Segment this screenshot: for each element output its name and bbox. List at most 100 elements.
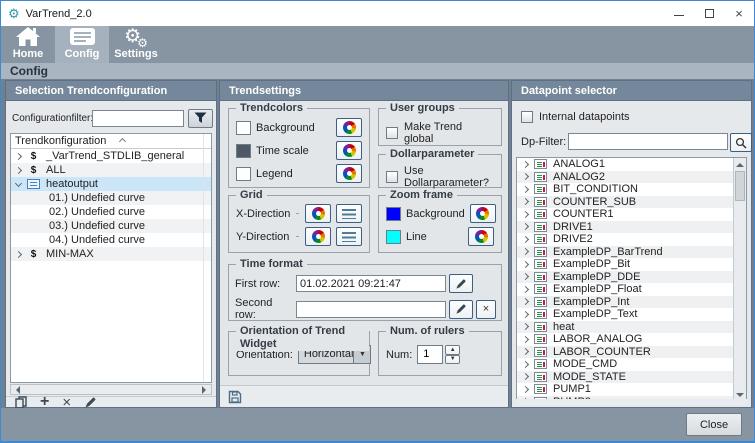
datapoint-item-labor-counter[interactable]: LABOR_COUNTER	[517, 346, 733, 359]
datapoint-list[interactable]: ANALOG1ANALOG2BIT_CONDITIONCOUNTER_SUBCO…	[516, 157, 747, 402]
close-window-button[interactable]: ×	[724, 1, 754, 26]
tree-item-04-undefied-curve[interactable]: 04.) Undefied curve	[11, 233, 211, 247]
zoom-background-swatch	[386, 207, 401, 221]
datapoint-item-bit-condition[interactable]: BIT_CONDITION	[517, 183, 733, 196]
datapoint-item-drive1[interactable]: DRIVE1	[517, 221, 733, 234]
datapoint-item-exampledp-bartrend[interactable]: ExampleDP_BarTrend	[517, 246, 733, 259]
group-trendcolors-title: Trendcolors	[236, 102, 307, 115]
dp-filter-search-button[interactable]	[730, 133, 752, 152]
second-row-edit-button[interactable]	[449, 300, 473, 319]
chevron-right-icon[interactable]	[522, 173, 529, 180]
chevron-right-icon[interactable]	[15, 152, 22, 159]
datapoint-item-exampledp-float[interactable]: ExampleDP_Float	[517, 283, 733, 296]
y-grid-color-picker-button[interactable]	[305, 227, 331, 246]
spin-down-icon[interactable]: ▼	[445, 355, 460, 365]
chevron-right-icon[interactable]	[15, 250, 22, 257]
datapoint-item-counter1[interactable]: COUNTER1	[517, 208, 733, 221]
chevron-right-icon[interactable]	[522, 198, 529, 205]
use-dollarparameter-label: Use Dollarparameter?	[404, 165, 494, 189]
internal-datapoints-checkbox[interactable]	[521, 111, 533, 123]
datapoint-item-mode-state[interactable]: MODE_STATE	[517, 371, 733, 384]
background-color-picker-button[interactable]	[336, 118, 362, 137]
maximize-button[interactable]	[694, 1, 724, 26]
scroll-up-icon[interactable]	[734, 158, 746, 170]
datapoint-item-counter-sub[interactable]: COUNTER_SUB	[517, 196, 733, 209]
datapoint-item-labor-analog[interactable]: LABOR_ANALOG	[517, 333, 733, 346]
tree-item-02-undefied-curve[interactable]: 02.) Undefied curve	[11, 205, 211, 219]
tree-item-heatoutput[interactable]: heatoutput	[11, 177, 211, 191]
datapoint-item-analog1[interactable]: ANALOG1	[517, 158, 733, 171]
home-icon	[16, 26, 40, 46]
chevron-right-icon[interactable]	[522, 236, 529, 243]
spin-up-icon[interactable]: ▲	[445, 345, 460, 355]
window-controls: ×	[664, 1, 754, 26]
tree-item-min-max[interactable]: $MIN-MAX	[11, 247, 211, 261]
tree-column-header[interactable]: Trendkonfiguration	[11, 134, 211, 149]
datapoint-item-exampledp-int[interactable]: ExampleDP_Int	[517, 296, 733, 309]
datapoint-item-mode-cmd[interactable]: MODE_CMD	[517, 358, 733, 371]
dp-filter-input[interactable]	[568, 133, 728, 150]
chevron-right-icon[interactable]	[522, 211, 529, 218]
chevron-right-icon[interactable]	[522, 161, 529, 168]
copy-button[interactable]	[15, 396, 27, 409]
minimize-button[interactable]	[664, 1, 694, 26]
chevron-right-icon[interactable]	[522, 361, 529, 368]
chevron-right-icon[interactable]	[522, 261, 529, 268]
zoom-background-color-picker-button[interactable]	[470, 204, 496, 223]
chevron-right-icon[interactable]	[522, 186, 529, 193]
chevron-right-icon[interactable]	[522, 323, 529, 330]
x-grid-linestyle-button[interactable]	[336, 204, 362, 223]
second-row-format-input[interactable]	[296, 301, 446, 318]
legend-color-picker-button[interactable]	[336, 164, 362, 183]
filter-button[interactable]	[188, 109, 213, 128]
chevron-right-icon[interactable]	[522, 223, 529, 230]
save-button[interactable]	[228, 390, 242, 404]
y-grid-linestyle-button[interactable]	[336, 227, 362, 246]
configuration-filter-input[interactable]	[92, 110, 184, 127]
datapoint-item-exampledp-dde[interactable]: ExampleDP_DDE	[517, 271, 733, 284]
close-button[interactable]: Close	[686, 413, 742, 436]
chevron-right-icon[interactable]	[522, 248, 529, 255]
chevron-right-icon[interactable]	[522, 386, 529, 393]
chevron-down-icon[interactable]	[15, 179, 22, 186]
zoom-line-color-picker-button[interactable]	[468, 227, 494, 246]
nav-home-button[interactable]: Home	[1, 26, 55, 63]
chevron-right-icon[interactable]	[522, 298, 529, 305]
datapoint-item-analog2[interactable]: ANALOG2	[517, 171, 733, 184]
chevron-right-icon[interactable]	[522, 336, 529, 343]
chevron-right-icon[interactable]	[522, 286, 529, 293]
first-row-format-input[interactable]	[296, 275, 446, 292]
make-trend-global-checkbox[interactable]	[386, 127, 398, 139]
datapoint-item-drive2[interactable]: DRIVE2	[517, 233, 733, 246]
nav-settings-button[interactable]: ⚙⚙ Settings	[109, 26, 163, 63]
num-rulers-value[interactable]: 1	[417, 345, 443, 364]
datapoint-item-exampledp-bit[interactable]: ExampleDP_Bit	[517, 258, 733, 271]
nav-config-button[interactable]: Config	[55, 26, 109, 63]
datapoint-item-pump1[interactable]: PUMP1	[517, 383, 733, 396]
timescale-color-picker-button[interactable]	[336, 141, 362, 160]
first-row-edit-button[interactable]	[449, 274, 473, 293]
scroll-left-icon[interactable]	[12, 386, 20, 394]
chevron-right-icon[interactable]	[522, 348, 529, 355]
trendconfig-tree[interactable]: Trendkonfiguration $_VarTrend_STDLIB_gen…	[10, 133, 212, 383]
datapoint-label: ANALOG2	[553, 171, 605, 183]
chevron-right-icon[interactable]	[522, 311, 529, 318]
chevron-right-icon[interactable]	[522, 273, 529, 280]
tree-item-01-undefied-curve[interactable]: 01.) Undefied curve	[11, 191, 211, 205]
tree-item-vartrend-stdlib-general[interactable]: $_VarTrend_STDLIB_general	[11, 149, 211, 163]
scrollbar-thumb[interactable]	[735, 171, 745, 201]
edit-button[interactable]	[84, 396, 97, 409]
datapoint-item-heat[interactable]: heat	[517, 321, 733, 334]
chevron-right-icon[interactable]	[522, 373, 529, 380]
x-grid-color-picker-button[interactable]	[305, 204, 331, 223]
use-dollarparameter-checkbox[interactable]	[386, 171, 398, 183]
chevron-right-icon[interactable]	[15, 166, 22, 173]
second-row-clear-button[interactable]: ×	[476, 300, 496, 319]
maximize-icon	[705, 9, 714, 18]
tree-item-all[interactable]: $ALL	[11, 163, 211, 177]
datapoint-list-scrollbar[interactable]	[733, 158, 746, 401]
datapoint-item-exampledp-text[interactable]: ExampleDP_Text	[517, 308, 733, 321]
num-label: Num:	[386, 349, 412, 361]
scroll-right-icon[interactable]	[202, 386, 210, 394]
tree-item-03-undefied-curve[interactable]: 03.) Undefied curve	[11, 219, 211, 233]
